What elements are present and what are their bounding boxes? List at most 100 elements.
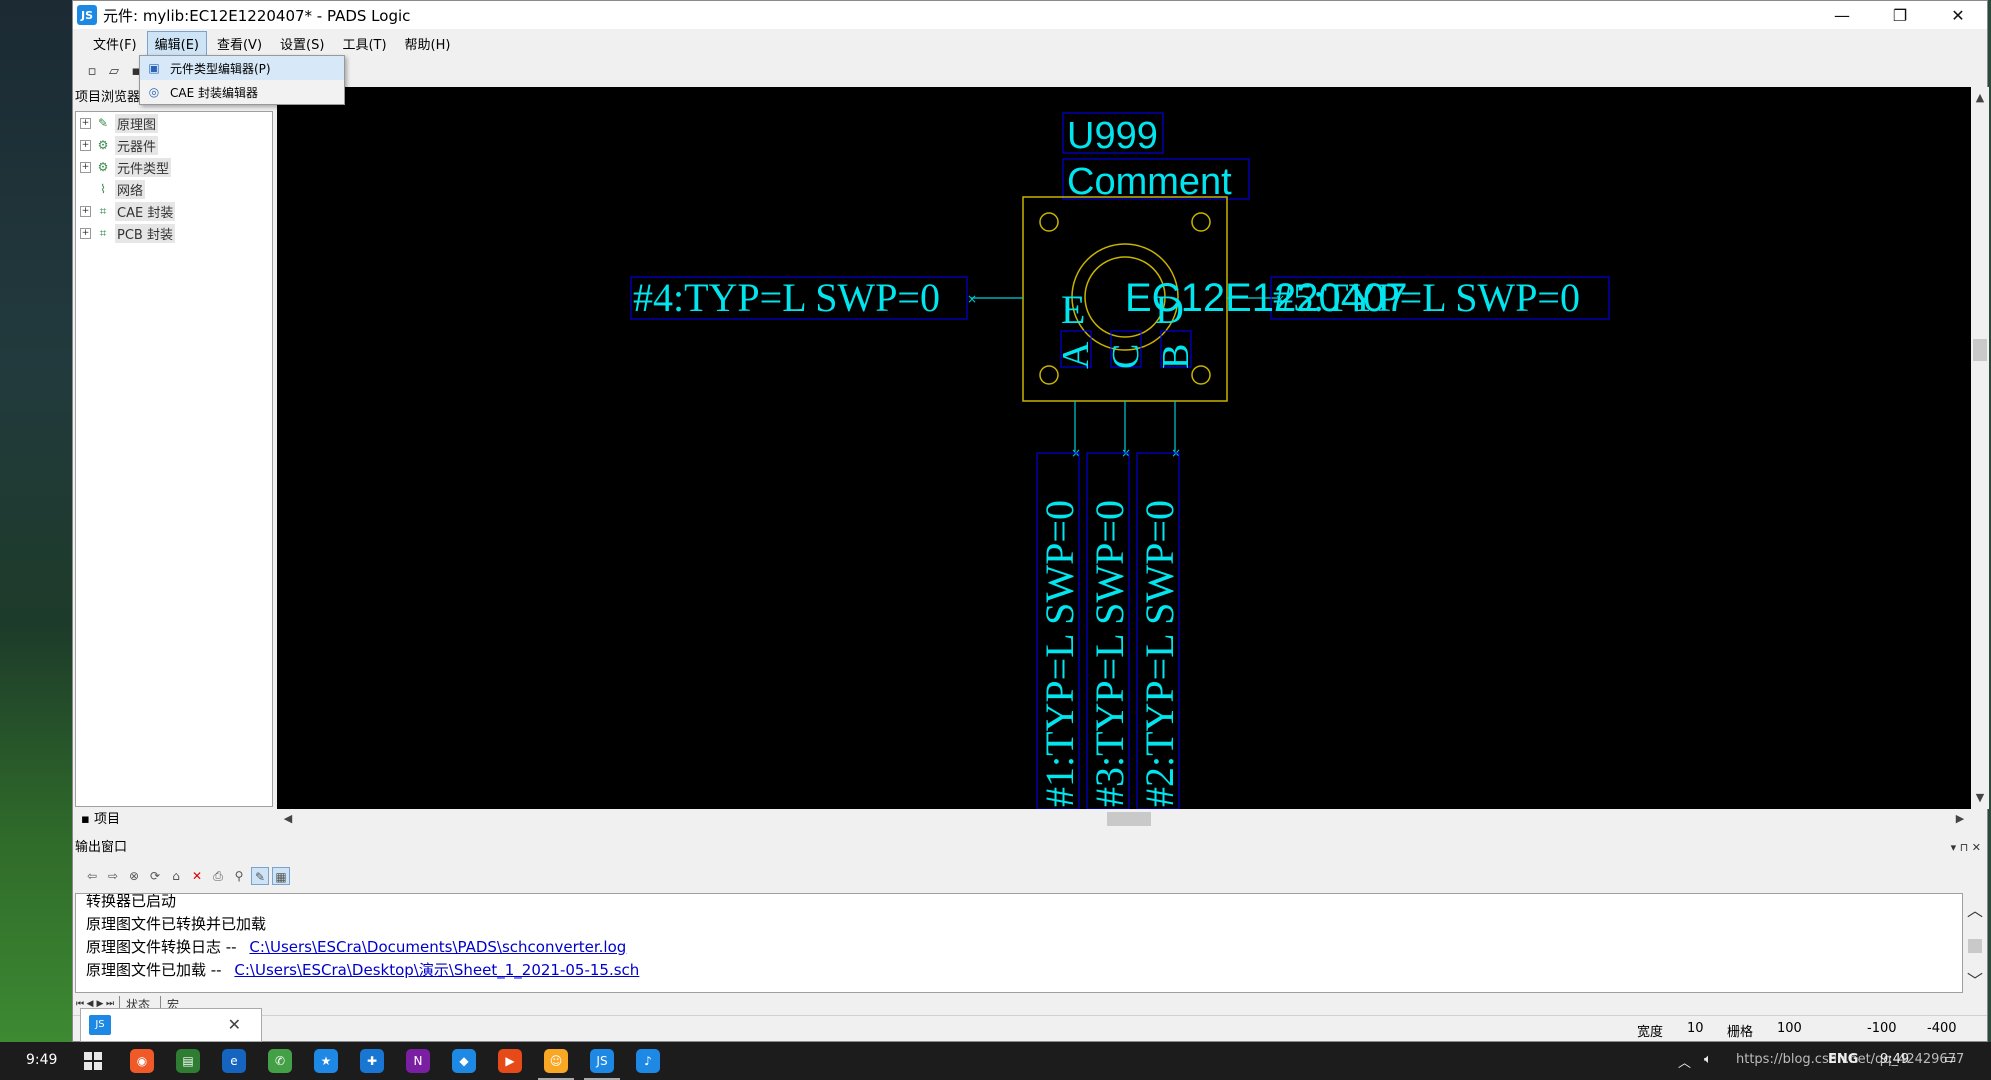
- tree-item-schematic[interactable]: + ✎ 原理图: [76, 112, 272, 134]
- star-app-icon[interactable]: ★: [314, 1049, 338, 1073]
- tree-item-components[interactable]: + ⚙ 元器件: [76, 134, 272, 156]
- pin2-label: #2:TYP=L SWP=0: [1137, 500, 1182, 807]
- chat-app-icon[interactable]: ☺: [538, 1049, 574, 1080]
- refresh-icon[interactable]: ⟳: [146, 867, 164, 885]
- project-tree: + ✎ 原理图 + ⚙ 元器件 + ⚙ 元件类型 ⌇ 网络 + ⌗ CAE 封装…: [75, 111, 273, 807]
- scroll-thumb[interactable]: [1968, 939, 1982, 953]
- grid-value: 100: [1777, 1021, 1802, 1036]
- taskbar: 9:49 ◉ ▤ e ✆ ★ ✚ N ◆ ▶ ☺ JS ♪ ︿ 🔈︎ https…: [0, 1042, 1991, 1080]
- output-line: 转换器已启动: [86, 893, 1962, 913]
- log-file-link[interactable]: C:\Users\ESCra\Documents\PADS\schconvert…: [249, 938, 626, 956]
- tray-chevron-icon[interactable]: ︿: [1678, 1052, 1691, 1071]
- scroll-up-icon[interactable]: ︿: [1965, 897, 1985, 920]
- edge-browser-icon[interactable]: e: [222, 1049, 246, 1073]
- pin-name-a: A: [1055, 341, 1097, 369]
- output-log: 转换器已启动 原理图文件已转换并已加载 原理图文件转换日志 -- C:\User…: [75, 893, 1963, 993]
- scroll-down-icon[interactable]: ﹀: [1965, 967, 1985, 990]
- project-tab-icon: ▪: [81, 812, 90, 827]
- menu-item-cae-decal-editor[interactable]: ◎ CAE 封装编辑器: [140, 80, 344, 104]
- mount-hole: [1039, 212, 1059, 232]
- menu-item-part-type-editor[interactable]: ▣ 元件类型编辑器(P): [140, 56, 344, 80]
- canvas-vertical-scrollbar[interactable]: ▲ ▼: [1971, 87, 1989, 809]
- expand-icon[interactable]: +: [80, 139, 91, 151]
- pin-end-marker: ×: [967, 292, 977, 306]
- grid-icon[interactable]: ▦: [272, 867, 290, 885]
- delete-icon[interactable]: ✕: [188, 867, 206, 885]
- schematic-canvas[interactable]: U999 Comment × × × × × #4:TYP=L SWP=0 #5…: [277, 87, 1971, 809]
- project-tab-label: 项目: [93, 812, 120, 827]
- output-line: 原理图文件已转换并已加载: [86, 913, 1962, 936]
- tree-item-label: PCB 封装: [115, 223, 175, 243]
- menu-setup[interactable]: 设置(S): [272, 31, 332, 56]
- mount-hole: [1191, 212, 1211, 232]
- input-language[interactable]: ENG: [1828, 1052, 1858, 1067]
- tree-item-label: 原理图: [115, 113, 159, 133]
- pdf-reader-icon[interactable]: ▶: [498, 1049, 522, 1073]
- tree-item-nets[interactable]: ⌇ 网络: [76, 178, 272, 200]
- tree-item-label: CAE 封装: [115, 201, 176, 221]
- onenote-icon[interactable]: N: [406, 1049, 430, 1073]
- menu-file[interactable]: 文件(F): [85, 31, 145, 56]
- taskbar-preview-window[interactable]: JS ✕: [80, 1008, 262, 1042]
- menu-edit[interactable]: 编辑(E): [146, 30, 207, 56]
- expand-icon[interactable]: +: [80, 161, 91, 173]
- expand-icon[interactable]: +: [80, 227, 91, 239]
- menu-view[interactable]: 查看(V): [209, 31, 270, 56]
- tab-project[interactable]: ▪ 项目: [75, 809, 273, 831]
- volume-icon[interactable]: 🔈︎: [1704, 1052, 1712, 1067]
- pin-name-e: E: [1061, 287, 1085, 332]
- pads-logic-taskbar-icon[interactable]: JS: [584, 1049, 620, 1080]
- pen-icon[interactable]: ✎: [251, 867, 269, 885]
- close-icon[interactable]: ✕: [228, 1015, 241, 1034]
- pads-logic-window: JS 元件: mylib:EC12E1220407* - PADS Logic …: [72, 0, 1989, 1042]
- output-toolbar: ⇦ ⇨ ⊗ ⟳ ⌂ ✕ ⎙ ⚲ ✎ ▦: [83, 865, 293, 887]
- menu-tools[interactable]: 工具(T): [334, 31, 394, 56]
- find-icon[interactable]: ⚲: [230, 867, 248, 885]
- open-folder-icon[interactable]: ▱: [105, 63, 123, 81]
- pin-name-d: D: [1155, 287, 1184, 332]
- restore-button[interactable]: ❐: [1871, 1, 1929, 29]
- output-window-title: 输出窗口: [75, 840, 128, 855]
- back-arrow-icon[interactable]: ⇦: [83, 867, 101, 885]
- forward-arrow-icon[interactable]: ⇨: [104, 867, 122, 885]
- scroll-thumb[interactable]: [1107, 812, 1151, 826]
- output-scrollbar[interactable]: ︿ ﹀: [1963, 893, 1987, 993]
- scroll-right-icon[interactable]: ▶: [1951, 809, 1969, 829]
- close-button[interactable]: ✕: [1929, 1, 1987, 29]
- tree-item-part-types[interactable]: + ⚙ 元件类型: [76, 156, 272, 178]
- expand-icon[interactable]: +: [80, 117, 91, 129]
- canvas-horizontal-scrollbar[interactable]: ◀ ▶: [277, 809, 1971, 829]
- dingtalk-icon[interactable]: ◉: [130, 1049, 154, 1073]
- wechat-icon[interactable]: ✆: [268, 1049, 292, 1073]
- notifications-icon[interactable]: ▭: [1944, 1052, 1956, 1067]
- stop-icon[interactable]: ⊗: [125, 867, 143, 885]
- tree-item-cae-decals[interactable]: + ⌗ CAE 封装: [76, 200, 272, 222]
- new-file-icon[interactable]: ▫: [83, 63, 101, 81]
- sch-file-link[interactable]: C:\Users\ESCra\Desktop\演示\Sheet_1_2021-0…: [234, 961, 639, 979]
- menu-help[interactable]: 帮助(H): [397, 31, 459, 56]
- accessibility-app-icon[interactable]: ✚: [360, 1049, 384, 1073]
- windows-start-icon[interactable]: [84, 1052, 102, 1070]
- calendar-app-icon[interactable]: ▤: [176, 1049, 200, 1073]
- menu-item-label: CAE 封装编辑器: [170, 85, 258, 100]
- feishu-icon[interactable]: ◆: [452, 1049, 476, 1073]
- scroll-up-icon[interactable]: ▲: [1971, 89, 1989, 107]
- part-type-editor-icon: ▣: [148, 61, 160, 75]
- width-value: 10: [1687, 1021, 1704, 1036]
- scroll-left-icon[interactable]: ◀: [279, 809, 297, 829]
- minimize-button[interactable]: —: [1813, 1, 1871, 29]
- home-icon[interactable]: ⌂: [167, 867, 185, 885]
- scroll-thumb[interactable]: [1973, 339, 1987, 361]
- pin4-label: #4:TYP=L SWP=0: [633, 275, 940, 320]
- scroll-down-icon[interactable]: ▼: [1971, 789, 1989, 807]
- schematic-drawing: U999 Comment × × × × × #4:TYP=L SWP=0 #5…: [630, 112, 1610, 809]
- print-icon[interactable]: ⎙: [209, 867, 227, 885]
- output-window-controls[interactable]: ▾ ⊓ ✕: [1951, 837, 1981, 859]
- expand-icon[interactable]: +: [80, 205, 91, 217]
- output-line-text: 原理图文件已转换并已加载: [86, 915, 267, 933]
- pads-logic-icon: JS: [77, 5, 97, 25]
- taskbar-clock-left: 9:49: [26, 1052, 58, 1068]
- tree-item-pcb-decals[interactable]: + ⌗ PCB 封装: [76, 222, 272, 244]
- output-line-text: 转换器已启动: [86, 893, 177, 910]
- pads-layout-taskbar-icon[interactable]: ♪: [636, 1049, 660, 1073]
